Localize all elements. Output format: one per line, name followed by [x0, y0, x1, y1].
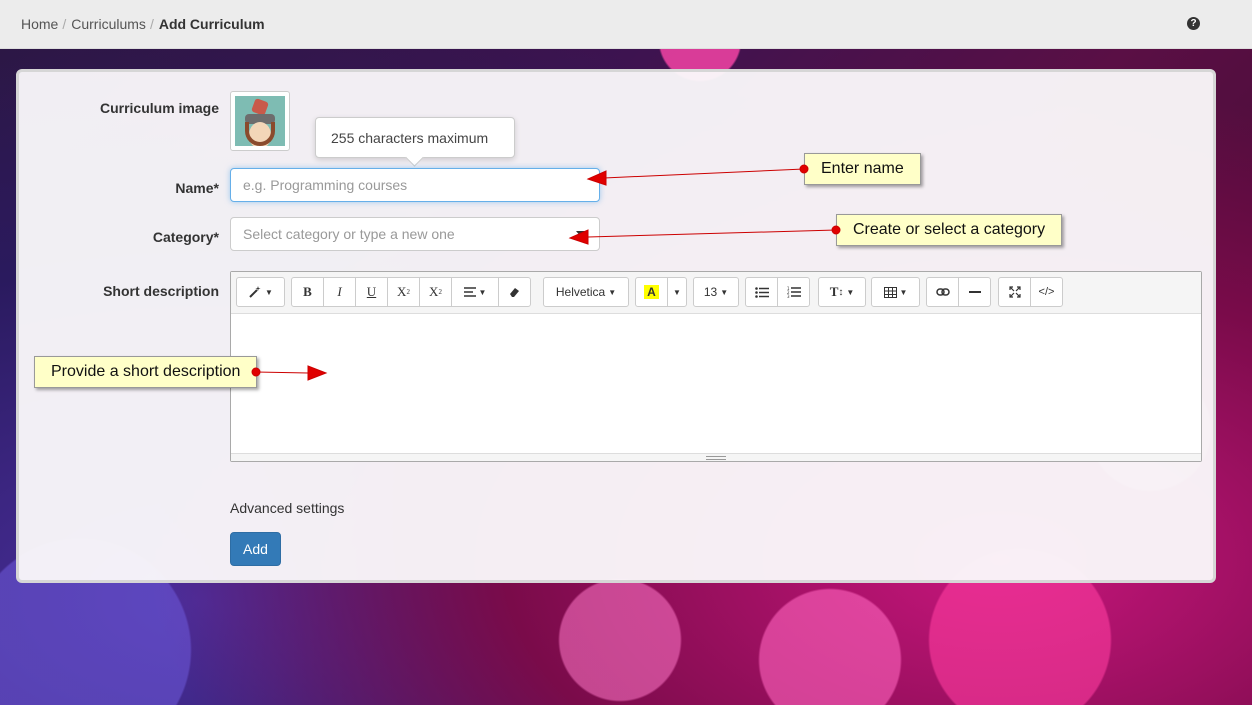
breadcrumb-home[interactable]: Home	[21, 16, 58, 32]
short-description-label: Short description	[103, 283, 219, 299]
fullscreen-icon[interactable]	[998, 277, 1031, 307]
chevron-down-icon[interactable]: ▼	[667, 277, 687, 307]
add-button[interactable]: Add	[230, 532, 281, 566]
ordered-list-icon[interactable]: 123	[777, 277, 810, 307]
line-height-dropdown[interactable]: T ↕ ▼	[818, 277, 866, 307]
breadcrumb: Home / Curriculums / Add Curriculum	[21, 16, 265, 32]
breadcrumb-curriculums[interactable]: Curriculums	[71, 16, 146, 32]
description-edit-area[interactable]	[231, 314, 1201, 453]
category-input[interactable]	[230, 217, 600, 251]
name-length-tooltip: 255 characters maximum	[315, 117, 515, 158]
name-label: Name*	[175, 180, 219, 196]
horizontal-rule-icon[interactable]	[958, 277, 991, 307]
curriculum-image-art	[235, 96, 285, 146]
breadcrumb-separator: /	[149, 16, 154, 32]
page-title: Add Curriculum	[158, 16, 265, 32]
underline-button[interactable]: U	[355, 277, 388, 307]
align-icon[interactable]: ▼	[451, 277, 499, 307]
breadcrumb-separator: /	[62, 16, 67, 32]
link-icon[interactable]	[926, 277, 959, 307]
question-circle-icon[interactable]: ?	[1187, 17, 1200, 30]
form-panel: Curriculum image 255 characters maximum …	[16, 69, 1216, 583]
eraser-icon[interactable]	[498, 277, 531, 307]
category-label: Category*	[152, 229, 219, 245]
subscript-button[interactable]: X2	[419, 277, 452, 307]
table-icon[interactable]: ▼	[871, 277, 920, 307]
highlight-color-button[interactable]: A	[635, 277, 668, 307]
curriculum-image-thumbnail[interactable]	[230, 91, 290, 151]
magic-wand-icon[interactable]: ▼	[236, 277, 285, 307]
annotation-category: Create or select a category	[836, 214, 1063, 246]
editor-resize-handle[interactable]	[231, 453, 1201, 461]
bold-button[interactable]: B	[291, 277, 324, 307]
unordered-list-icon[interactable]	[745, 277, 778, 307]
advanced-settings-link[interactable]: Advanced settings	[230, 500, 344, 516]
top-bar: Home / Curriculums / Add Curriculum ?	[0, 0, 1252, 49]
font-family-dropdown[interactable]: Helvetica ▼	[543, 277, 629, 307]
superscript-button[interactable]: X2	[387, 277, 420, 307]
category-select[interactable]	[230, 217, 600, 251]
short-description-editor: ▼ B I U X2 X2 ▼ Helvetica ▼ A ▼ 13 ▼ 1 2…	[230, 271, 1202, 462]
annotation-enter-name: Enter name	[804, 153, 921, 185]
curriculum-image-label: Curriculum image	[99, 100, 219, 116]
font-size-dropdown[interactable]: 13 ▼	[693, 277, 739, 307]
chevron-down-icon[interactable]	[576, 231, 586, 237]
code-view-button[interactable]: </>	[1030, 277, 1063, 307]
annotation-description: Provide a short description	[34, 356, 258, 388]
italic-button[interactable]: I	[323, 277, 356, 307]
svg-text:3: 3	[787, 294, 790, 298]
editor-toolbar: ▼ B I U X2 X2 ▼ Helvetica ▼ A ▼ 13 ▼ 1 2…	[231, 272, 1201, 314]
name-input[interactable]	[230, 168, 600, 202]
